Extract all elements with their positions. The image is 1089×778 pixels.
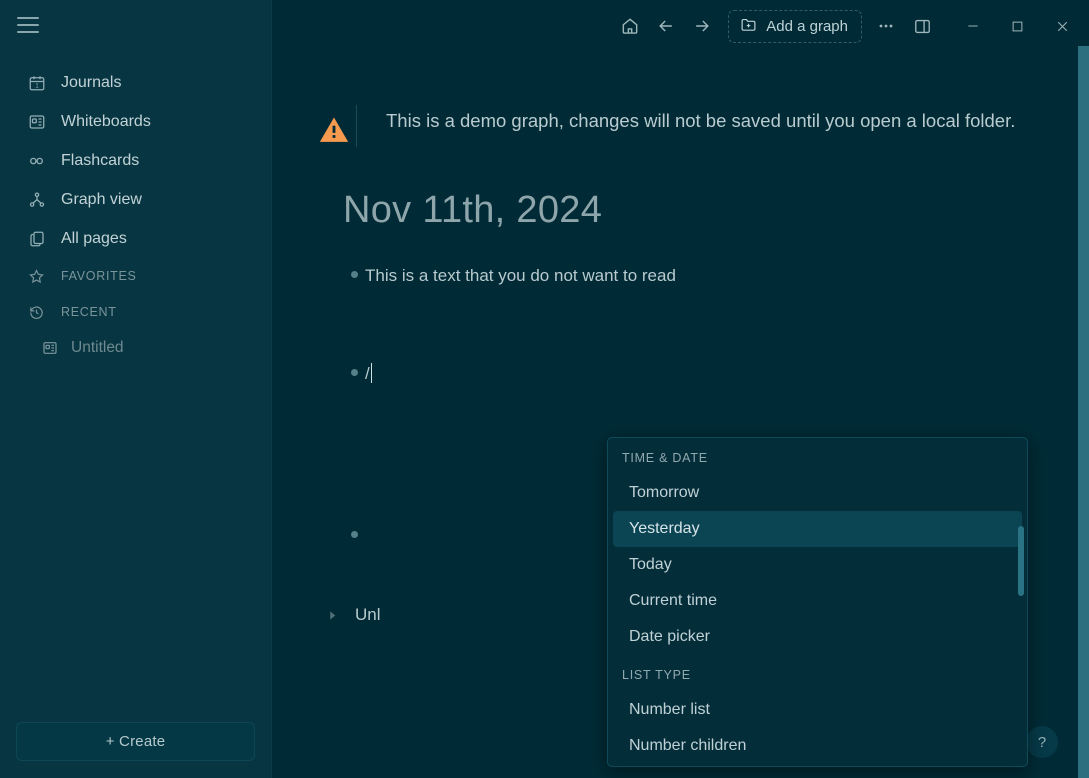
home-icon[interactable] (612, 9, 648, 43)
page-title: Nov 11th, 2024 (343, 189, 603, 231)
bullet-icon (343, 359, 365, 376)
calendar-icon: 1 (27, 73, 46, 92)
whiteboard-icon (27, 112, 46, 131)
sidebar-item-graph-view[interactable]: Graph view (0, 180, 271, 219)
sidebar-item-label: Graph view (61, 190, 142, 208)
menu-toggle-icon[interactable] (17, 17, 39, 33)
close-button[interactable] (1040, 4, 1085, 48)
sidebar-item-label: All pages (61, 229, 127, 247)
svg-text:1: 1 (35, 83, 39, 89)
main-area: Add a graph This is a demo graph, change… (272, 0, 1089, 778)
add-graph-button[interactable]: Add a graph (728, 9, 862, 43)
page-scrollbar-track[interactable] (1078, 46, 1089, 778)
sidebar-recent-item-label: Untitled (71, 338, 124, 356)
sidebar-item-label: Flashcards (61, 151, 140, 169)
sidebar-recent-item-untitled[interactable]: Untitled (0, 330, 271, 365)
slash-command-menu[interactable]: TIME & DATE Tomorrow Yesterday Today Cur… (607, 437, 1028, 767)
menu-item-date-picker[interactable]: Date picker (613, 619, 1022, 655)
sidebar-section-recent[interactable]: RECENT (0, 294, 271, 330)
sidebar-nav: 1 Journals Whiteboards Flashcards Graph … (0, 63, 271, 365)
sidebar-item-all-pages[interactable]: All pages (0, 219, 271, 258)
forward-arrow-icon[interactable] (684, 9, 720, 43)
menu-item-yesterday[interactable]: Yesterday (613, 511, 1022, 547)
help-button[interactable]: ? (1026, 726, 1058, 758)
whiteboard-icon (41, 339, 58, 356)
back-arrow-icon[interactable] (648, 9, 684, 43)
collapsed-block-text: Unl (355, 605, 381, 624)
menu-item-number-children[interactable]: Number children (613, 728, 1022, 764)
sidebar-item-label: Journals (61, 73, 122, 91)
menu-group-label-list-type: LIST TYPE (622, 668, 691, 682)
bullet-icon (343, 261, 365, 278)
toolbar-gap (940, 26, 950, 27)
menu-item-number-list[interactable]: Number list (613, 692, 1022, 728)
hamburger-line (17, 24, 39, 26)
menu-item-tomorrow[interactable]: Tomorrow (613, 475, 1022, 511)
hamburger-line (17, 17, 39, 19)
create-button[interactable]: + Create (16, 722, 255, 761)
history-icon (27, 303, 46, 322)
page-scrollbar-thumb[interactable] (1078, 46, 1089, 778)
block-text-editing[interactable]: / (365, 359, 373, 388)
menu-toggle-wrap (0, 0, 44, 33)
block-row-active[interactable]: / (343, 359, 1049, 389)
left-sidebar: 1 Journals Whiteboards Flashcards Graph … (0, 0, 272, 778)
sidebar-item-whiteboards[interactable]: Whiteboards (0, 102, 271, 141)
block-text: This is a text that you do not want to r… (365, 266, 676, 285)
sidebar-item-journals[interactable]: 1 Journals (0, 63, 271, 102)
menu-item-today[interactable]: Today (613, 547, 1022, 583)
block-text-value: / (365, 364, 370, 383)
menu-group-label-time-date: TIME & DATE (622, 451, 708, 465)
block-row[interactable]: This is a text that you do not want to r… (343, 261, 1049, 291)
chevron-right-icon[interactable] (321, 610, 343, 621)
add-graph-label: Add a graph (766, 17, 848, 35)
sidebar-section-favorites[interactable]: FAVORITES (0, 258, 271, 294)
more-options-icon[interactable] (868, 9, 904, 43)
warning-triangle-icon (312, 105, 356, 147)
top-toolbar: Add a graph (272, 0, 1089, 52)
menu-scrollbar-thumb[interactable] (1018, 526, 1024, 596)
app-window: 1 Journals Whiteboards Flashcards Graph … (0, 0, 1089, 778)
bullet-icon (343, 521, 365, 538)
pages-icon (27, 229, 46, 248)
menu-item-current-time[interactable]: Current time (613, 583, 1022, 619)
sidebar-item-label: Whiteboards (61, 112, 151, 130)
text-caret (370, 363, 373, 383)
toggle-right-sidebar-icon[interactable] (904, 9, 940, 43)
create-button-wrap: + Create (0, 722, 271, 778)
graph-icon (27, 190, 46, 209)
infinity-icon (27, 151, 46, 170)
banner-text: This is a demo graph, changes will not b… (386, 110, 1016, 131)
minimize-button[interactable] (950, 4, 995, 48)
sidebar-section-label: FAVORITES (61, 269, 137, 283)
maximize-button[interactable] (995, 4, 1040, 48)
sidebar-section-label: RECENT (61, 305, 117, 319)
folder-plus-icon (740, 16, 757, 37)
demo-graph-banner: This is a demo graph, changes will not b… (312, 105, 1049, 147)
sidebar-item-flashcards[interactable]: Flashcards (0, 141, 271, 180)
star-icon (27, 267, 46, 286)
hamburger-line (17, 31, 39, 33)
